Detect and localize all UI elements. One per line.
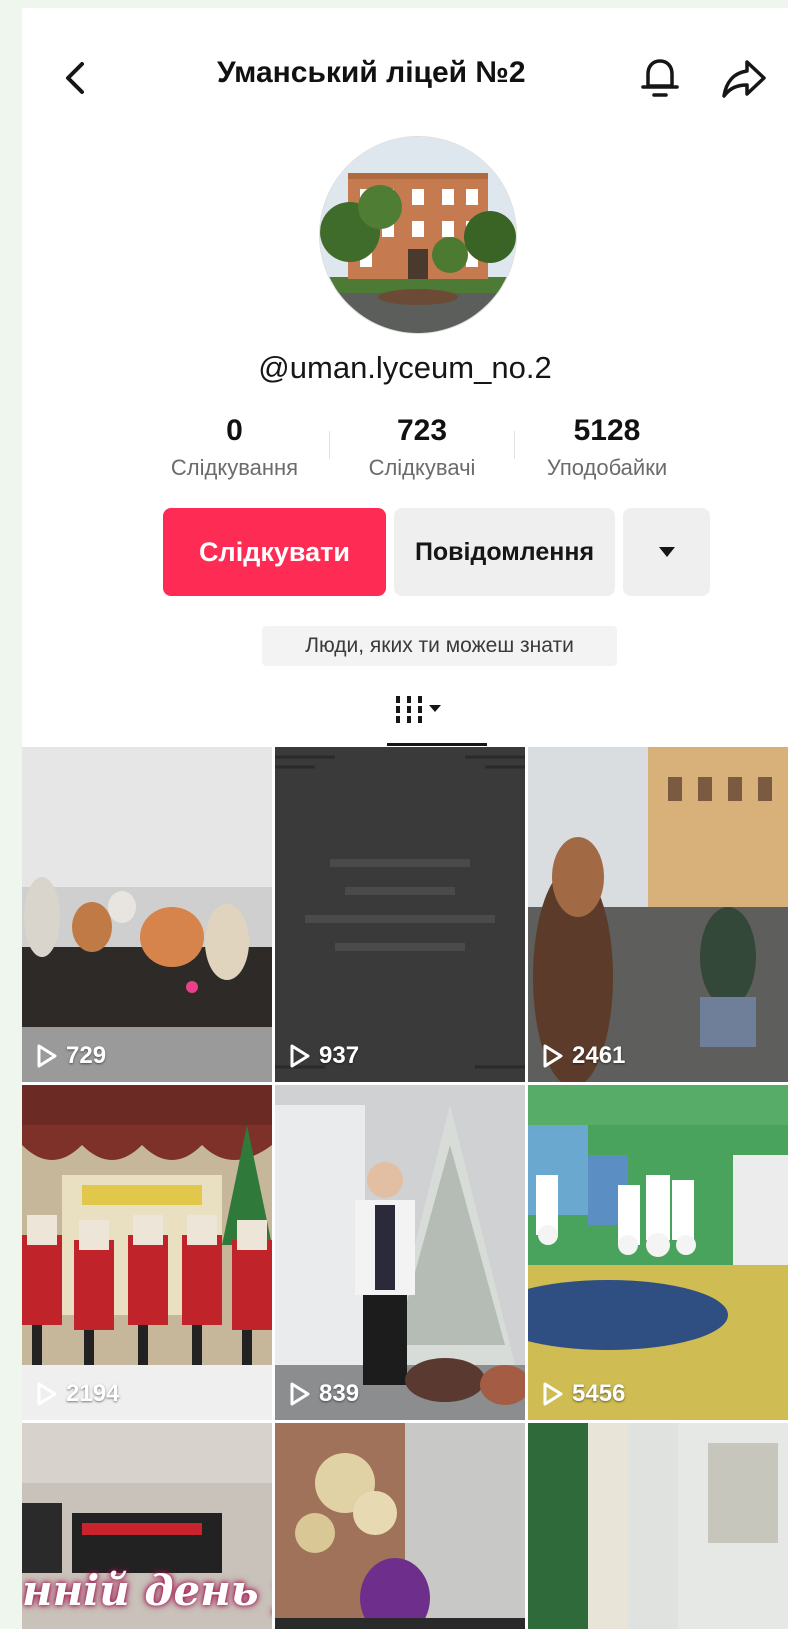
view-count-value: 937 bbox=[319, 1042, 360, 1069]
play-outline-icon bbox=[37, 1382, 57, 1406]
page-title: Уманський ліцей №2 bbox=[217, 56, 526, 89]
video-thumbnail bbox=[528, 1085, 788, 1420]
video-tile[interactable]: 937 bbox=[275, 747, 525, 1082]
stat-following[interactable]: 0 Слідкування bbox=[152, 413, 317, 481]
view-count: 729 bbox=[36, 1042, 106, 1070]
video-tile[interactable]: 5456 bbox=[528, 1085, 788, 1420]
stat-followers-value: 723 bbox=[396, 414, 448, 447]
more-options-button[interactable] bbox=[623, 508, 710, 596]
username-handle: @uman.lyceum_no.2 bbox=[258, 350, 552, 385]
video-tile[interactable] bbox=[528, 1423, 788, 1629]
view-count: 2194 bbox=[36, 1380, 119, 1408]
view-count-value: 2194 bbox=[66, 1380, 120, 1407]
stat-likes-value: 5128 bbox=[573, 414, 641, 447]
video-tile[interactable]: 839 bbox=[275, 1085, 525, 1420]
video-tile[interactable] bbox=[275, 1423, 525, 1629]
view-count: 2461 bbox=[542, 1042, 625, 1070]
active-tab-indicator bbox=[387, 743, 487, 746]
video-thumbnail bbox=[22, 1085, 272, 1420]
profile-stats: 0 Слідкування 723 Слідкувачі 5128 Уподоб… bbox=[152, 413, 692, 493]
notifications-button[interactable] bbox=[638, 54, 682, 100]
video-thumbnail bbox=[22, 747, 272, 1082]
avatar[interactable] bbox=[319, 136, 517, 334]
video-thumbnail bbox=[528, 1423, 788, 1629]
stat-likes[interactable]: 5128 Уподобайки bbox=[522, 413, 692, 481]
stat-following-value: 0 bbox=[226, 414, 243, 447]
tab-videos-grid[interactable] bbox=[387, 686, 487, 746]
view-count: 839 bbox=[289, 1380, 359, 1408]
stat-followers-label: Слідкувачі bbox=[368, 455, 476, 480]
stat-followers[interactable]: 723 Слідкувачі bbox=[342, 413, 502, 481]
suggested-accounts-button[interactable]: Люди, яких ти можеш знати bbox=[262, 626, 617, 666]
play-outline-icon bbox=[290, 1382, 310, 1406]
stat-likes-label: Уподобайки bbox=[546, 455, 668, 480]
stat-following-label: Слідкування bbox=[170, 455, 299, 480]
bell-icon bbox=[641, 59, 679, 97]
share-arrow-icon bbox=[722, 60, 766, 98]
video-tile[interactable]: 2194 bbox=[22, 1085, 272, 1420]
play-outline-icon bbox=[290, 1044, 310, 1068]
play-outline-icon bbox=[543, 1382, 563, 1406]
video-thumbnail bbox=[275, 1423, 525, 1629]
view-count: 937 bbox=[289, 1042, 359, 1070]
play-outline-icon bbox=[543, 1044, 563, 1068]
video-tile[interactable]: 729 bbox=[22, 747, 272, 1082]
share-button[interactable] bbox=[720, 56, 768, 100]
video-caption-overlay: нній день у и bbox=[22, 1566, 272, 1615]
view-count-value: 2461 bbox=[572, 1042, 626, 1069]
view-count-value: 839 bbox=[319, 1380, 360, 1407]
video-tile[interactable]: 2461 bbox=[528, 747, 788, 1082]
follow-button[interactable]: Слідкувати bbox=[163, 508, 386, 596]
caret-down-icon bbox=[658, 547, 675, 557]
video-thumbnail bbox=[528, 747, 788, 1082]
view-count-value: 729 bbox=[66, 1042, 107, 1069]
top-bar: Уманський ліцей №2 bbox=[22, 8, 788, 143]
school-building-image bbox=[320, 137, 516, 333]
profile-screen: Уманський ліцей №2 @uman.lyceum_no.2 0 С… bbox=[22, 8, 788, 1629]
message-button[interactable]: Повідомлення bbox=[394, 508, 615, 596]
grid-sort-icon bbox=[396, 696, 441, 723]
video-thumbnail bbox=[275, 1085, 525, 1420]
video-tile[interactable]: нній день у и bbox=[22, 1423, 272, 1629]
video-grid: 729 937 2461 2194 839 5456 нній день bbox=[22, 747, 788, 1629]
chevron-left-icon bbox=[66, 62, 84, 94]
view-count: 5456 bbox=[542, 1380, 625, 1408]
stat-divider bbox=[329, 431, 330, 459]
back-button[interactable] bbox=[56, 58, 96, 98]
video-thumbnail bbox=[275, 747, 525, 1082]
stat-divider bbox=[514, 431, 515, 459]
view-count-value: 5456 bbox=[572, 1380, 626, 1407]
play-outline-icon bbox=[37, 1044, 57, 1068]
